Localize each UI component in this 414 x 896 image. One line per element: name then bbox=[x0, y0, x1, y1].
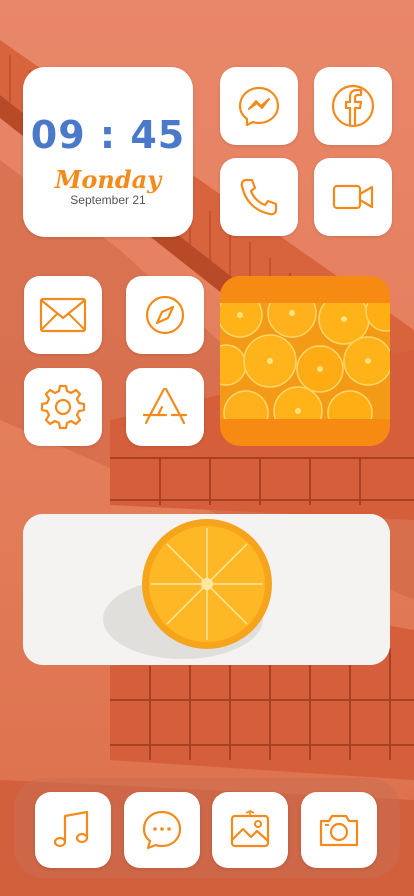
gear-icon bbox=[40, 384, 86, 430]
dock-app-music[interactable] bbox=[35, 792, 111, 868]
app-messenger[interactable] bbox=[220, 67, 298, 145]
phone-icon bbox=[240, 178, 278, 216]
orange-slices-image bbox=[220, 303, 390, 419]
compass-icon bbox=[145, 295, 185, 335]
music-note-icon bbox=[53, 810, 89, 848]
app-store-icon bbox=[142, 387, 188, 425]
clock-widget[interactable]: 09 : 45 Monday September 21 bbox=[23, 67, 193, 237]
app-settings[interactable] bbox=[24, 368, 102, 446]
app-phone[interactable] bbox=[220, 158, 298, 236]
app-facebook[interactable] bbox=[314, 67, 392, 145]
photo-icon bbox=[230, 810, 270, 848]
dock-app-photos[interactable] bbox=[212, 792, 288, 868]
chat-bubble-icon bbox=[142, 810, 182, 850]
orange-half-image bbox=[23, 514, 390, 665]
dock-app-camera[interactable] bbox=[301, 792, 377, 868]
camera-icon bbox=[319, 814, 359, 847]
mail-icon bbox=[39, 297, 87, 333]
clock-date: September 21 bbox=[70, 193, 146, 207]
app-mail[interactable] bbox=[24, 276, 102, 354]
dock-app-messages[interactable] bbox=[124, 792, 200, 868]
facebook-icon bbox=[331, 84, 375, 128]
app-app-store[interactable] bbox=[126, 368, 204, 446]
app-facetime[interactable] bbox=[314, 158, 392, 236]
video-camera-icon bbox=[332, 184, 374, 210]
photo-widget-orange-slices[interactable] bbox=[220, 276, 390, 446]
clock-time: 09 : 45 bbox=[30, 113, 186, 157]
app-safari[interactable] bbox=[126, 276, 204, 354]
messenger-icon bbox=[238, 86, 280, 127]
clock-day: Monday bbox=[54, 165, 162, 194]
photo-widget-orange-half[interactable] bbox=[23, 514, 390, 665]
